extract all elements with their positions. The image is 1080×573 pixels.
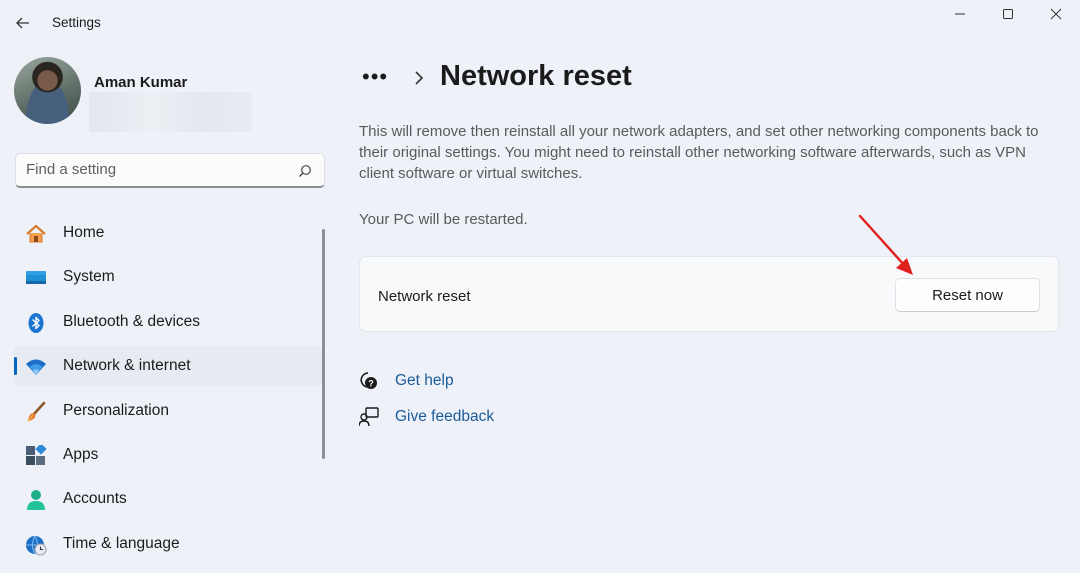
avatar[interactable] [14, 57, 81, 124]
sidebar-item-label: Network & internet [63, 357, 191, 375]
sidebar-item-apps[interactable]: Apps [14, 435, 322, 475]
minimize-icon [955, 13, 965, 15]
card-label: Network reset [378, 288, 471, 305]
sidebar-item-network[interactable]: Network & internet [14, 346, 322, 387]
svg-text:?: ? [368, 379, 374, 389]
close-icon [1050, 8, 1062, 20]
apps-icon [26, 444, 47, 465]
give-feedback-link[interactable]: Give feedback [395, 408, 494, 426]
maximize-icon [1003, 9, 1013, 19]
sidebar-item-label: Personalization [63, 401, 169, 419]
reset-now-button[interactable]: Reset now [895, 278, 1040, 312]
back-button[interactable] [8, 8, 38, 38]
back-arrow-icon [16, 17, 29, 29]
get-help-icon: ? [360, 372, 377, 389]
chevron-right-icon [415, 71, 424, 85]
profile-email-redacted [89, 92, 252, 132]
brush-icon [27, 401, 46, 422]
get-help-link[interactable]: Get help [395, 372, 454, 390]
page-title: Network reset [440, 60, 632, 92]
search-icon[interactable] [298, 164, 312, 178]
close-button[interactable] [1032, 0, 1080, 28]
sidebar-item-personalization[interactable]: Personalization [14, 391, 322, 431]
sidebar-item-home[interactable]: Home [14, 213, 322, 253]
system-icon [26, 271, 46, 285]
get-help-row[interactable]: ? Get help [359, 369, 454, 393]
sidebar-item-label: System [63, 268, 115, 286]
sidebar-item-bluetooth[interactable]: Bluetooth & devices [14, 302, 322, 342]
title-bar: Settings [0, 0, 1080, 46]
search-box[interactable] [15, 153, 325, 188]
sidebar-item-label: Time & language [63, 534, 180, 552]
sidebar-item-label: Bluetooth & devices [63, 312, 201, 330]
globe-clock-icon [26, 535, 47, 556]
sidebar-item-label: Home [63, 224, 105, 241]
sidebar-item-system[interactable]: System [14, 257, 322, 297]
sidebar-item-time-language[interactable]: Time & language [14, 524, 322, 564]
profile-name: Aman Kumar [94, 74, 188, 91]
sidebar-nav: Home System Bluetooth & devices Network … [14, 213, 322, 568]
search-input[interactable] [26, 161, 286, 178]
page-description: This will remove then reinstall all your… [359, 123, 1039, 182]
bluetooth-icon [28, 312, 44, 333]
wifi-icon [26, 359, 46, 376]
home-icon [26, 224, 46, 243]
sidebar-item-label: Accounts [63, 490, 127, 508]
sidebar-item-accounts[interactable]: Accounts [14, 479, 322, 519]
maximize-button[interactable] [984, 0, 1032, 28]
app-title: Settings [52, 15, 101, 30]
network-reset-card: Network reset Reset now [359, 256, 1059, 332]
accounts-icon [27, 490, 45, 511]
breadcrumb-more-button[interactable]: ••• [362, 64, 388, 90]
sidebar-scrollbar[interactable] [322, 229, 325, 459]
restart-note: Your PC will be restarted. [359, 211, 528, 228]
feedback-icon [359, 407, 379, 427]
give-feedback-row[interactable]: Give feedback [359, 405, 494, 429]
minimize-button[interactable] [936, 0, 984, 28]
sidebar-item-label: Apps [63, 445, 99, 463]
